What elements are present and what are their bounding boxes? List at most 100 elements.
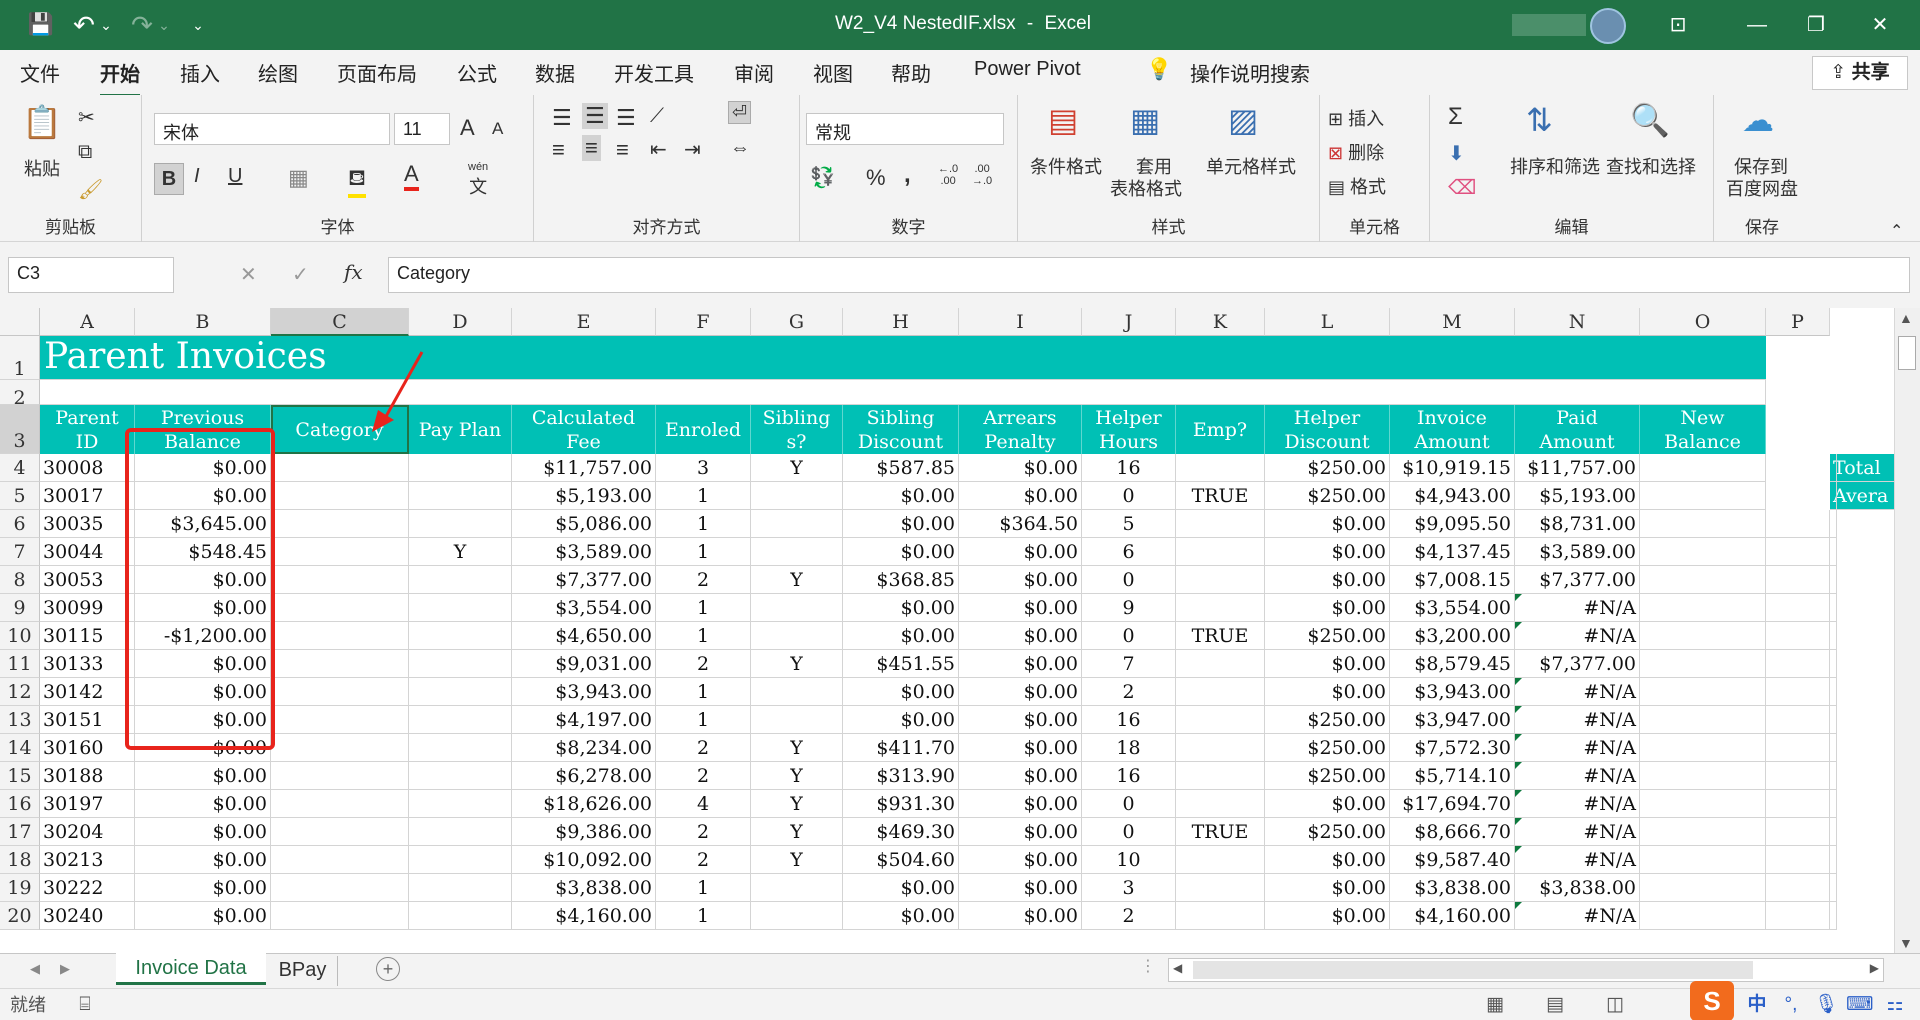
cell-i14[interactable]: $0.00 xyxy=(959,734,1082,762)
fill-icon[interactable]: ⬇ xyxy=(1448,141,1465,166)
cell-d13[interactable] xyxy=(409,706,512,734)
merge-center-icon[interactable]: ⇔ xyxy=(730,137,750,160)
row-header-12[interactable]: 12 xyxy=(0,678,40,706)
blank-row[interactable] xyxy=(40,380,1766,405)
sheet-title[interactable]: Parent Invoices xyxy=(40,336,1766,380)
cell-g14[interactable]: Y xyxy=(751,734,843,762)
cell-l4[interactable]: $250.00 xyxy=(1265,454,1390,482)
cell-o20[interactable] xyxy=(1640,902,1766,930)
tab-page-layout[interactable]: 页面布局 xyxy=(337,58,417,87)
row-header-5[interactable]: 5 xyxy=(0,482,40,510)
tab-review[interactable]: 审阅 xyxy=(734,58,774,87)
cell-f20[interactable]: 1 xyxy=(656,902,751,930)
cell-f12[interactable]: 1 xyxy=(656,678,751,706)
font-name-select[interactable]: 宋体 xyxy=(154,113,390,145)
cell-empty-12-15[interactable] xyxy=(1766,678,1830,706)
cell-empty-14-15[interactable] xyxy=(1766,734,1830,762)
cell-c5[interactable] xyxy=(271,482,409,510)
conditional-formatting-icon[interactable]: ▤ xyxy=(1048,103,1078,137)
cell-l12[interactable]: $0.00 xyxy=(1265,678,1390,706)
cell-empty-6-16[interactable] xyxy=(1830,510,1837,538)
cell-empty-18-16[interactable] xyxy=(1830,846,1837,874)
font-size-select[interactable]: 11 xyxy=(394,113,450,145)
ime-chinese-mode[interactable]: 中 xyxy=(1744,989,1770,1020)
cell-f4[interactable]: 3 xyxy=(656,454,751,482)
cell-k20[interactable] xyxy=(1176,902,1265,930)
cell-l20[interactable]: $0.00 xyxy=(1265,902,1390,930)
cell-o11[interactable] xyxy=(1640,650,1766,678)
grow-font-icon[interactable]: A xyxy=(460,115,475,141)
font-color-icon[interactable]: A xyxy=(404,161,419,191)
cell-f17[interactable]: 2 xyxy=(656,818,751,846)
cell-empty-20-15[interactable] xyxy=(1766,902,1830,930)
cell-d6[interactable] xyxy=(409,510,512,538)
tab-data[interactable]: 数据 xyxy=(535,58,575,87)
sogou-ime-icon[interactable]: S xyxy=(1690,981,1734,1020)
column-header-c[interactable]: C xyxy=(271,308,409,336)
cell-e15[interactable]: $6,278.00 xyxy=(512,762,656,790)
close-icon[interactable]: ✕ xyxy=(1850,0,1910,50)
column-header-b[interactable]: B xyxy=(135,308,271,336)
cell-a15[interactable]: 30188 xyxy=(40,762,135,790)
cell-h10[interactable]: $0.00 xyxy=(843,622,959,650)
cell-empty-9-15[interactable] xyxy=(1766,594,1830,622)
cell-m20[interactable]: $4,160.00 xyxy=(1390,902,1515,930)
cell-n20[interactable]: #N/A xyxy=(1515,902,1640,930)
cell-j10[interactable]: 0 xyxy=(1082,622,1176,650)
row-header-14[interactable]: 14 xyxy=(0,734,40,762)
scroll-down-icon[interactable]: ▼ xyxy=(1899,935,1913,951)
sort-filter-icon[interactable]: ⇅ xyxy=(1526,103,1553,137)
cell-h18[interactable]: $504.60 xyxy=(843,846,959,874)
cell-a13[interactable]: 30151 xyxy=(40,706,135,734)
cell-n11[interactable]: $7,377.00 xyxy=(1515,650,1640,678)
cell-h15[interactable]: $313.90 xyxy=(843,762,959,790)
cell-m7[interactable]: $4,137.45 xyxy=(1390,538,1515,566)
cell-empty-17-15[interactable] xyxy=(1766,818,1830,846)
cell-e11[interactable]: $9,031.00 xyxy=(512,650,656,678)
cell-l6[interactable]: $0.00 xyxy=(1265,510,1390,538)
cell-empty-19-15[interactable] xyxy=(1766,874,1830,902)
cell-empty-10-15[interactable] xyxy=(1766,622,1830,650)
scroll-left-icon[interactable]: ◀ xyxy=(1173,961,1182,975)
undo-dropdown-icon[interactable]: ⌄ xyxy=(98,0,114,50)
sheet-tab-bpay[interactable]: BPay xyxy=(268,956,338,986)
align-middle-icon[interactable]: ☰ xyxy=(582,103,608,129)
new-sheet-icon[interactable]: + xyxy=(376,957,400,981)
sort-filter-label[interactable]: 排序和筛选 xyxy=(1510,153,1600,179)
cell-empty-16-16[interactable] xyxy=(1830,790,1837,818)
cell-l10[interactable]: $250.00 xyxy=(1265,622,1390,650)
cell-c11[interactable] xyxy=(271,650,409,678)
cell-o6[interactable] xyxy=(1640,510,1766,538)
cell-a7[interactable]: 30044 xyxy=(40,538,135,566)
cell-m19[interactable]: $3,838.00 xyxy=(1390,874,1515,902)
cell-g20[interactable] xyxy=(751,902,843,930)
customize-qat-icon[interactable]: ⌄ xyxy=(188,0,208,50)
cell-m18[interactable]: $9,587.40 xyxy=(1390,846,1515,874)
cell-f7[interactable]: 1 xyxy=(656,538,751,566)
cell-i19[interactable]: $0.00 xyxy=(959,874,1082,902)
account-name-blurred[interactable] xyxy=(1512,14,1586,36)
cell-empty-11-15[interactable] xyxy=(1766,650,1830,678)
cell-o16[interactable] xyxy=(1640,790,1766,818)
tab-help[interactable]: 帮助 xyxy=(891,58,931,87)
header-arrears-penalty[interactable]: Arrears Penalty xyxy=(959,405,1082,454)
cell-l18[interactable]: $0.00 xyxy=(1265,846,1390,874)
cell-e14[interactable]: $8,234.00 xyxy=(512,734,656,762)
copy-icon[interactable]: ⧉ xyxy=(78,141,92,164)
cell-empty-7-15[interactable] xyxy=(1766,538,1830,566)
cell-a5[interactable]: 30017 xyxy=(40,482,135,510)
scroll-right-icon[interactable]: ▶ xyxy=(1870,961,1879,975)
cell-l16[interactable]: $0.00 xyxy=(1265,790,1390,818)
column-header-k[interactable]: K xyxy=(1176,308,1265,336)
keyboard-icon[interactable]: ⌨ xyxy=(1846,989,1873,1020)
cell-j9[interactable]: 9 xyxy=(1082,594,1176,622)
align-top-icon[interactable]: ☰ xyxy=(552,105,572,131)
tab-power-pivot[interactable]: Power Pivot xyxy=(974,58,1081,81)
find-select-icon[interactable]: 🔍 xyxy=(1630,103,1670,137)
tab-file[interactable]: 文件 xyxy=(20,58,60,87)
cell-empty-8-16[interactable] xyxy=(1830,566,1837,594)
format-painter-icon[interactable]: 🖌 xyxy=(78,177,103,202)
cell-a6[interactable]: 30035 xyxy=(40,510,135,538)
cell-k10[interactable]: TRUE xyxy=(1176,622,1265,650)
cell-i17[interactable]: $0.00 xyxy=(959,818,1082,846)
